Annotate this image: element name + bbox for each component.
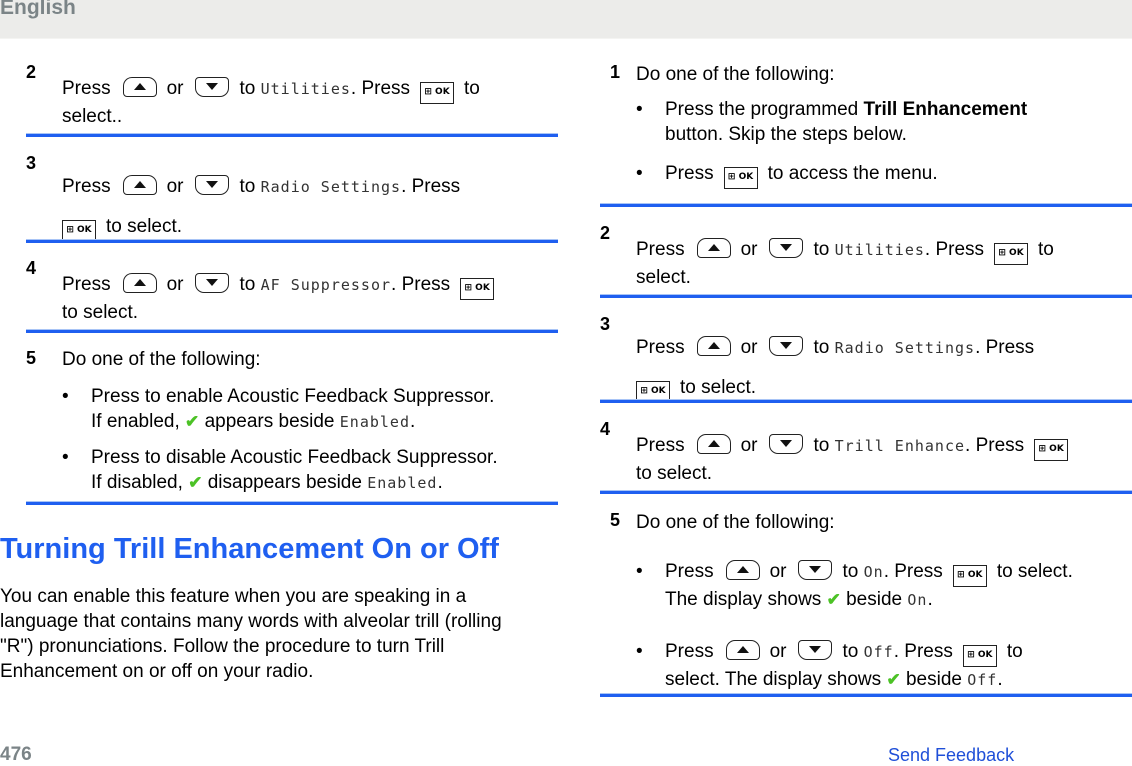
step-divider [600, 399, 1132, 403]
section-paragraph: You can enable this feature when you are… [0, 586, 502, 682]
step-text: Press or to Utilities. Press ⊞ OK to select.… [62, 77, 480, 127]
step-text: Press or to Utilities. Press ⊞ OK to select. [636, 238, 1054, 288]
menu-ok-button-icon: ⊞ OK [420, 82, 455, 104]
step-divider [600, 490, 1132, 494]
up-arrow-button-icon [122, 175, 157, 195]
step-divider [600, 203, 1132, 207]
step-number: 2 [600, 223, 611, 243]
step-divider [26, 329, 558, 333]
step-number: 5 [610, 510, 621, 530]
step-number: 1 [610, 62, 621, 82]
checkmark-icon: ✔ [826, 590, 841, 609]
page-header: English [0, 0, 1132, 39]
page-number: 476 [0, 744, 32, 765]
menu-item-name: Enabled [339, 413, 410, 431]
up-arrow-button-icon [122, 77, 157, 97]
down-arrow-button-icon [195, 175, 230, 195]
step-number: 5 [26, 348, 37, 368]
language-label: English [0, 0, 76, 19]
up-arrow-button-icon [725, 560, 760, 580]
up-arrow-button-icon [696, 336, 731, 356]
menu-item-name: On [863, 563, 884, 581]
list-item: Press to disable Acoustic Feedback Suppr… [62, 445, 558, 496]
step-number: 4 [600, 419, 611, 439]
up-arrow-button-icon [122, 273, 157, 293]
step-text: Press or to AF Suppressor. Press ⊞ OK to se… [62, 272, 558, 325]
menu-item-name: Utilities [834, 241, 925, 259]
up-arrow-button-icon [725, 640, 760, 660]
menu-item-name: Enabled [367, 474, 438, 492]
up-arrow-button-icon [696, 434, 731, 454]
menu-item-name: Off [863, 643, 894, 661]
step-text: Press or to Radio Settings. Press ⊞ OK to s… [62, 167, 558, 247]
menu-item-name: AF Suppressor [260, 276, 392, 294]
step-text: Press or to Trill Enhance. Press ⊞ OK to se… [636, 433, 1132, 486]
list-item: Press the programmed Trill Enhancement b… [636, 97, 1132, 147]
step-text: Do one of the following: Press to enable… [62, 347, 558, 496]
down-arrow-button-icon [769, 434, 804, 454]
list-item: Press⊞ OKto access the menu. [636, 161, 1132, 189]
send-feedback-link[interactable]: Send Feedback [888, 745, 1014, 766]
down-arrow-button-icon [195, 273, 230, 293]
menu-ok-button-icon: ⊞ OK [962, 645, 997, 667]
step-divider [600, 693, 1132, 697]
menu-item-name: Trill Enhance [834, 437, 966, 455]
step-text: Do one of the following: Pressorto On. P… [636, 510, 1132, 693]
step-divider [26, 239, 558, 243]
step-text: Press or to Radio Settings. Press ⊞ OK to s… [636, 328, 1132, 408]
menu-item-name: On [907, 591, 928, 609]
menu-item-name: Radio Settings [834, 339, 976, 357]
step-divider [600, 294, 1132, 298]
menu-ok-button-icon: ⊞ OK [994, 243, 1029, 265]
menu-ok-button-icon: ⊞ OK [952, 565, 987, 587]
down-arrow-button-icon [798, 560, 833, 580]
list-item: Press to enable Acoustic Feedback Suppre… [62, 384, 558, 435]
menu-item-name: Off [967, 671, 998, 689]
list-item: Pressorto On. Press⊞ OKto select. The di… [636, 559, 1132, 613]
list-item: Pressorto Off. Press⊞ OKto select. The d… [636, 639, 1132, 693]
section-heading: Turning Trill Enhancement On or Off [0, 533, 499, 565]
checkmark-icon: ✔ [185, 412, 200, 431]
down-arrow-button-icon [195, 77, 230, 97]
menu-ok-button-icon: ⊞ OK [1034, 439, 1069, 461]
checkmark-icon: ✔ [886, 670, 901, 689]
step-number: 3 [26, 153, 37, 173]
down-arrow-button-icon [798, 640, 833, 660]
step-divider [26, 133, 558, 137]
menu-item-name: Utilities [260, 80, 351, 98]
step-text: Do one of the following: Press the progr… [636, 62, 1132, 189]
step-divider [26, 501, 558, 505]
down-arrow-button-icon [769, 238, 804, 258]
down-arrow-button-icon [769, 336, 804, 356]
menu-item-name: Radio Settings [260, 178, 402, 196]
checkmark-icon: ✔ [188, 473, 203, 492]
step-number: 3 [600, 314, 611, 334]
menu-ok-button-icon: ⊞ OK [723, 167, 758, 189]
menu-ok-button-icon: ⊞ OK [460, 278, 495, 300]
up-arrow-button-icon [696, 238, 731, 258]
step-number: 4 [26, 258, 37, 278]
step-number: 2 [26, 62, 37, 82]
